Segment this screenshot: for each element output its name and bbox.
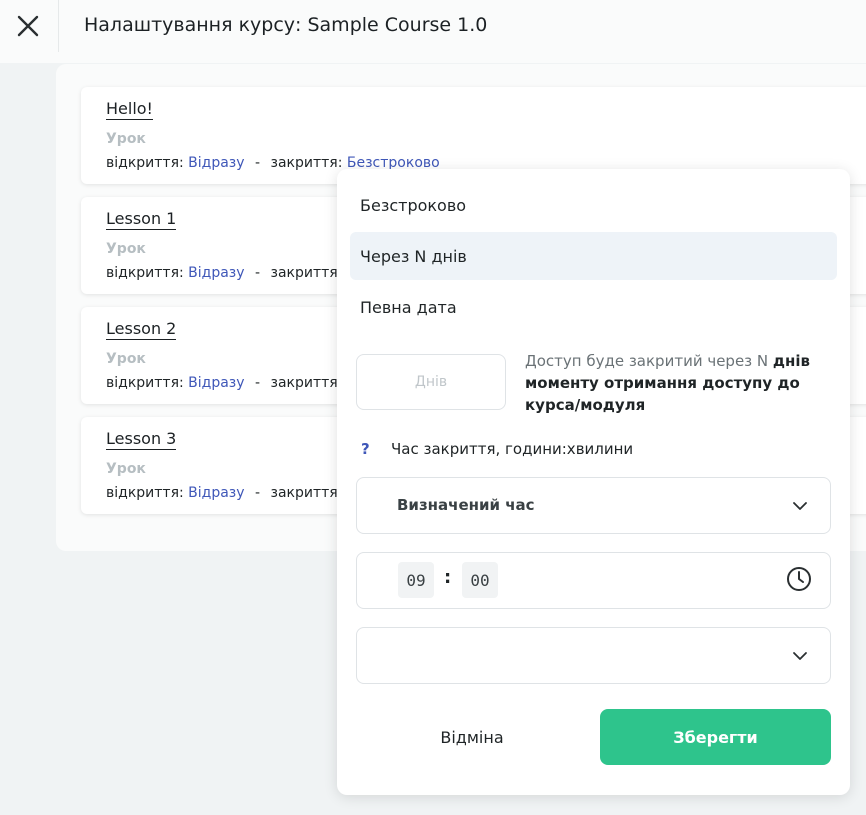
- cancel-button[interactable]: Відміна: [365, 709, 579, 765]
- open-value-link[interactable]: Відразу: [188, 485, 244, 501]
- open-value-link[interactable]: Відразу: [188, 265, 244, 281]
- lesson-access-row: відкриття: Відразу - закриття:: [106, 485, 342, 501]
- close-label: закриття:: [270, 155, 343, 171]
- lesson-type: Урок: [106, 461, 146, 477]
- close-label: закриття:: [270, 265, 343, 281]
- clock-icon[interactable]: [786, 566, 812, 592]
- hours-field[interactable]: 09: [398, 562, 434, 598]
- open-label: відкриття:: [106, 265, 184, 281]
- lesson-type: Урок: [106, 241, 146, 257]
- option-after-n-days[interactable]: Через N днів: [350, 232, 837, 280]
- option-unlimited[interactable]: Безстроково: [350, 181, 837, 229]
- lesson-title[interactable]: Lesson 2: [106, 319, 177, 340]
- time-label-row: ? Час закриття, години:хвилини: [361, 440, 633, 458]
- open-label: відкриття:: [106, 375, 184, 391]
- open-label: відкриття:: [106, 155, 184, 171]
- top-bar: Налаштування курсу: Sample Course 1.0: [0, 0, 866, 63]
- option-specific-date[interactable]: Певна дата: [350, 283, 837, 331]
- lesson-access-row: відкриття: Відразу - закриття:: [106, 375, 342, 391]
- lesson-access-row: відкриття: Відразу - закриття:: [106, 265, 342, 281]
- help-icon[interactable]: ?: [361, 440, 381, 458]
- lesson-title[interactable]: Lesson 1: [106, 209, 177, 230]
- timezone-select[interactable]: [356, 627, 831, 684]
- days-hint: Доступ буде закритий через N днів момент…: [525, 350, 840, 416]
- topbar-divider: [58, 0, 59, 52]
- open-value-link[interactable]: Відразу: [188, 155, 244, 171]
- days-input[interactable]: [356, 354, 506, 410]
- page-title: Налаштування курсу: Sample Course 1.0: [84, 14, 488, 36]
- minutes-field[interactable]: 00: [462, 562, 498, 598]
- chevron-down-icon[interactable]: [792, 648, 808, 664]
- separator: -: [255, 265, 261, 281]
- time-mode-select[interactable]: Визначений час: [356, 477, 831, 534]
- lesson-type: Урок: [106, 351, 146, 367]
- open-value-link[interactable]: Відразу: [188, 375, 244, 391]
- lesson-type: Урок: [106, 131, 146, 147]
- close-button[interactable]: [0, 0, 56, 52]
- separator: -: [255, 375, 261, 391]
- time-separator: :: [444, 567, 452, 588]
- separator: -: [255, 485, 261, 501]
- time-mode-value: Визначений час: [397, 496, 535, 514]
- close-access-popover: Безстроково Через N днів Певна дата Дост…: [337, 169, 850, 795]
- time-label: Час закриття, години:хвилини: [391, 440, 634, 458]
- save-button[interactable]: Зберегти: [600, 709, 831, 765]
- lesson-title[interactable]: Hello!: [106, 99, 153, 120]
- open-label: відкриття:: [106, 485, 184, 501]
- close-label: закриття:: [270, 375, 343, 391]
- hint-text: Доступ буде закритий через N: [525, 352, 773, 370]
- close-label: закриття:: [270, 485, 343, 501]
- time-input: 09 : 00: [356, 552, 831, 609]
- lesson-title[interactable]: Lesson 3: [106, 429, 177, 450]
- close-icon: [17, 15, 39, 37]
- chevron-down-icon[interactable]: [792, 498, 808, 514]
- separator: -: [255, 155, 261, 171]
